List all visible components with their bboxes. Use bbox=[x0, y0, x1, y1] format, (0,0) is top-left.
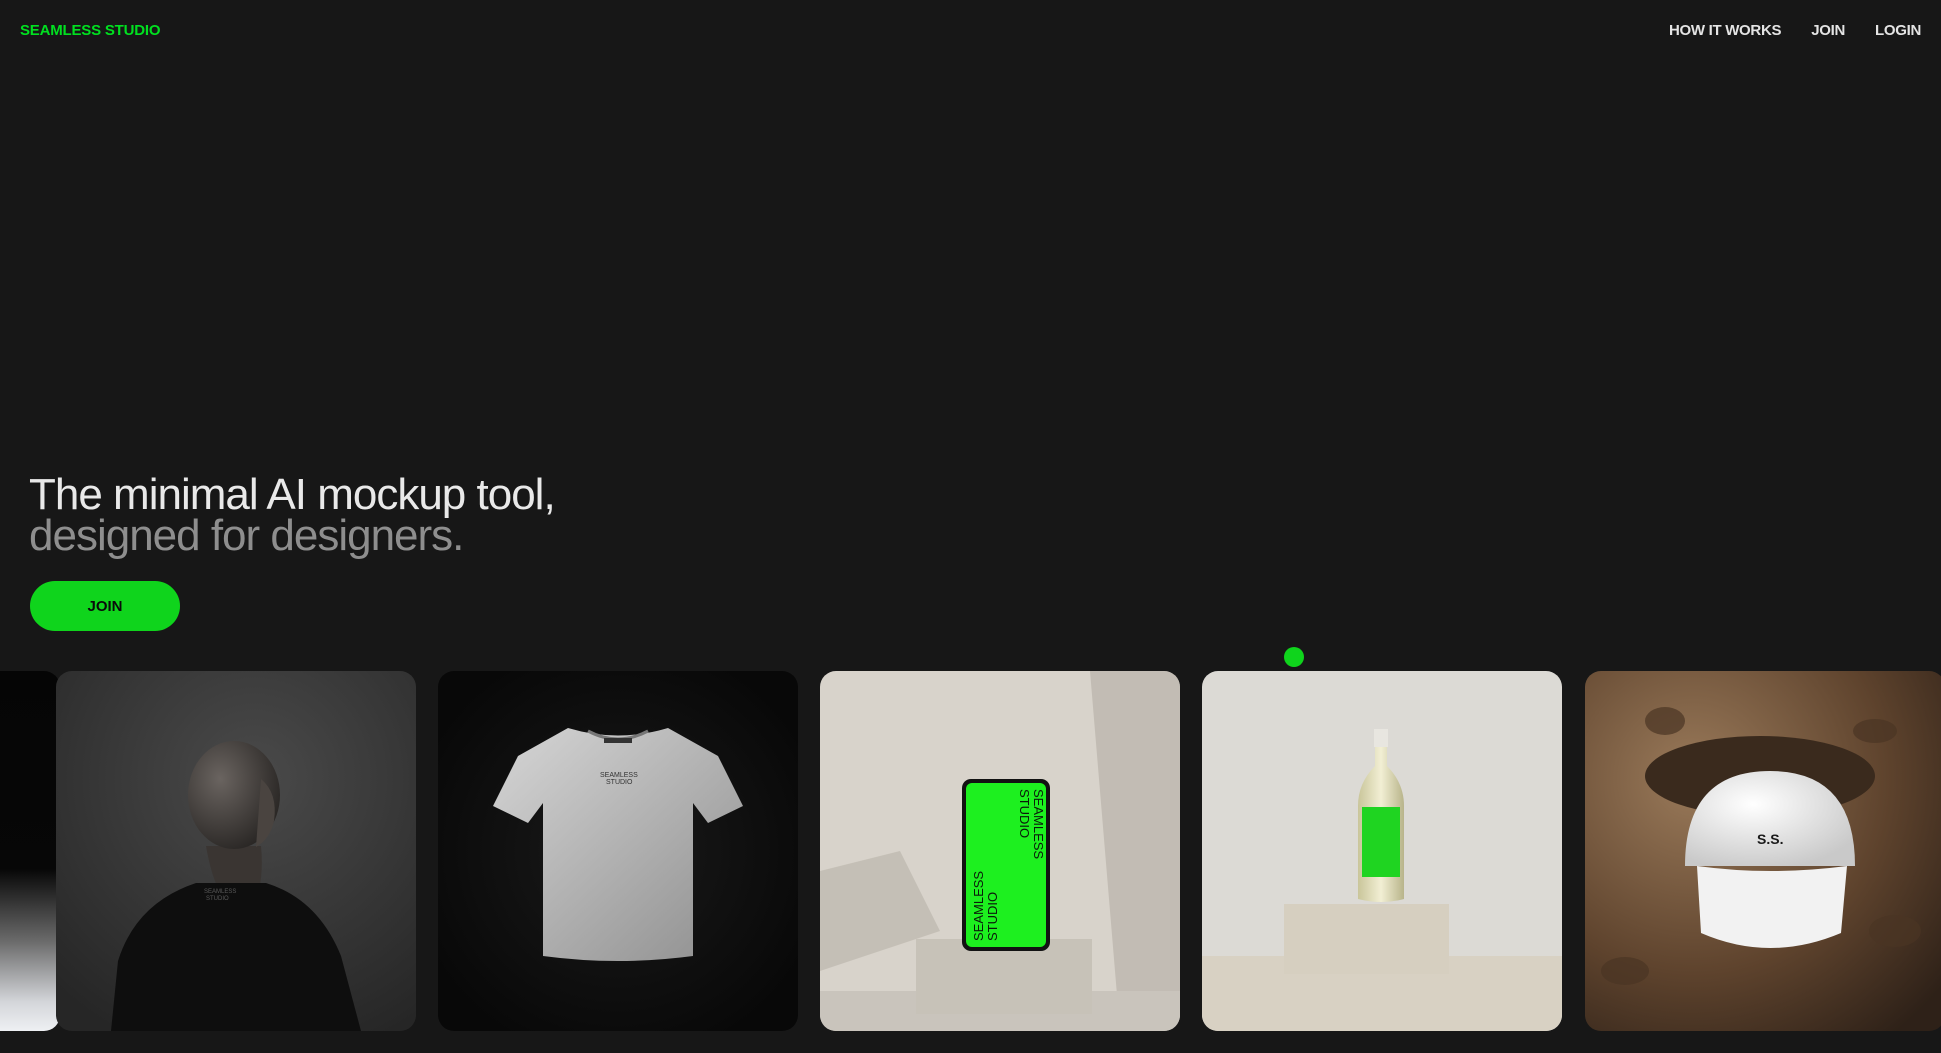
nav-login[interactable]: LOGIN bbox=[1875, 22, 1921, 39]
landing-page: SEAMLESS STUDIO HOW IT WORKS JOIN LOGIN … bbox=[0, 0, 1941, 1053]
mockup-card-tshirt[interactable]: SEAMLESS STUDIO bbox=[438, 671, 798, 1031]
bottle-mockup-image bbox=[1202, 671, 1562, 1031]
tshirt-mockup-image: SEAMLESS STUDIO bbox=[438, 671, 798, 1031]
phone-text-top-line1: SEAMLESS bbox=[1031, 789, 1046, 859]
nav-join[interactable]: JOIN bbox=[1811, 22, 1845, 39]
mockup-card-jacket[interactable]: SEAMLESS STUDIO bbox=[56, 671, 416, 1031]
join-button[interactable]: JOIN bbox=[30, 581, 180, 631]
phone-text-top-line2: STUDIO bbox=[1017, 789, 1032, 838]
mockup-card-bottle[interactable] bbox=[1202, 671, 1562, 1031]
hero-headline-line2: designed for designers. bbox=[29, 511, 464, 560]
brand-logo[interactable]: SEAMLESS STUDIO bbox=[20, 22, 161, 39]
jacket-mockup-image: SEAMLESS STUDIO bbox=[56, 671, 416, 1031]
cap-embroidery: S.S. bbox=[1757, 831, 1783, 847]
mockup-card-cap[interactable]: S.S. bbox=[1585, 671, 1941, 1031]
cap-mockup-image: S.S. bbox=[1585, 671, 1941, 1031]
jacket-print-line1: SEAMLESS bbox=[204, 889, 236, 895]
jacket-print-line2: STUDIO bbox=[206, 896, 229, 902]
phone-mockup-image: SEAMLESS STUDIO SEAMLESS STUDIO bbox=[820, 671, 1180, 1031]
mockup-card-partial[interactable] bbox=[0, 671, 60, 1031]
mockup-card-phone[interactable]: SEAMLESS STUDIO SEAMLESS STUDIO bbox=[820, 671, 1180, 1031]
top-nav: HOW IT WORKS JOIN LOGIN bbox=[1669, 22, 1921, 39]
hero-headline: The minimal AI mockup tool, designed for… bbox=[29, 473, 556, 560]
tshirt-print-line1: SEAMLESS bbox=[600, 772, 638, 779]
carousel-indicator-dot[interactable] bbox=[1284, 647, 1304, 667]
phone-text-bottom-line1: SEAMLESS bbox=[971, 871, 986, 941]
nav-how-it-works[interactable]: HOW IT WORKS bbox=[1669, 22, 1782, 39]
phone-text-bottom-line2: STUDIO bbox=[985, 892, 1000, 941]
tshirt-print-line2: STUDIO bbox=[606, 779, 633, 786]
